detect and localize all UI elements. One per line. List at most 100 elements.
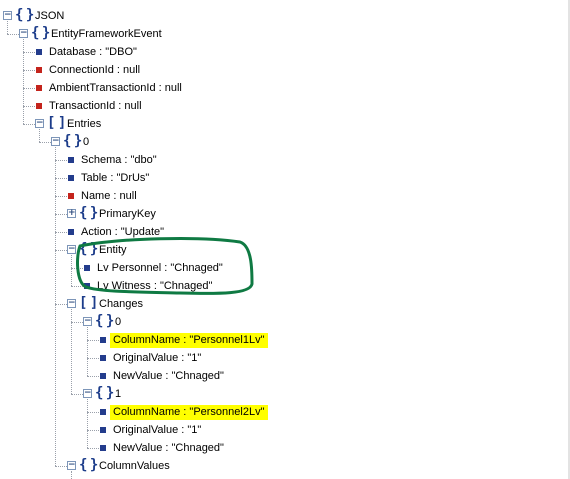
- tree-node-change-1-original[interactable]: OriginalValue : "1": [0, 421, 570, 439]
- tree-connector: [23, 124, 35, 125]
- tree-connector: [87, 358, 99, 359]
- tree-node-label: NewValue : "Chnaged": [113, 441, 224, 454]
- tree-node-name[interactable]: Name : null: [0, 187, 570, 205]
- tree-node-label: NewValue : "Chnaged": [113, 369, 224, 382]
- square-bullet-icon: [100, 427, 106, 433]
- tree-node-ambient-transaction-id[interactable]: AmbientTransactionId : null: [0, 79, 570, 97]
- curly-braces-icon: { }: [79, 205, 98, 221]
- tree-node-label: ColumnName : "Personnel1Lv": [110, 332, 268, 348]
- curly-braces-icon: { }: [79, 241, 98, 257]
- tree-node-label: Name : null: [81, 189, 137, 202]
- square-bullet-icon: [36, 49, 42, 55]
- tree-node-lv-personnel[interactable]: Lv Personnel : "Chnaged": [0, 259, 570, 277]
- tree-connector: [87, 430, 99, 431]
- tree-connector: [23, 70, 35, 71]
- tree-node-label: Lv Witness : "Chnaged": [97, 279, 213, 292]
- tree-connector: [71, 309, 72, 394]
- tree-connector: [7, 21, 8, 34]
- tree-node-label: Database : "DBO": [49, 45, 137, 58]
- square-bullet-icon: [100, 373, 106, 379]
- tree-node-entry-0[interactable]: −{ } 0: [0, 133, 570, 151]
- tree-node-label: JSON: [35, 9, 65, 22]
- tree-node-change-0[interactable]: −{ } 0: [0, 313, 570, 331]
- json-tree-view[interactable]: −{ } JSON −{ } EntityFrameworkEvent Database…: [0, 0, 570, 479]
- curly-braces-icon: { }: [95, 313, 114, 329]
- tree-node-label: Table : "DrUs": [81, 171, 150, 184]
- tree-node-database[interactable]: Database : "DBO": [0, 43, 570, 61]
- tree-node-lv-witness[interactable]: Lv Witness : "Chnaged": [0, 277, 570, 295]
- tree-connector: [71, 394, 83, 395]
- tree-connector: [39, 129, 40, 142]
- plus-box-icon[interactable]: +: [67, 209, 76, 218]
- tree-connector: [87, 448, 99, 449]
- minus-box-icon[interactable]: −: [83, 317, 92, 326]
- curly-braces-icon: { }: [79, 457, 98, 473]
- minus-box-icon[interactable]: −: [35, 119, 44, 128]
- tree-connector: [23, 39, 24, 124]
- tree-node-efe[interactable]: −{ } EntityFrameworkEvent: [0, 25, 570, 43]
- tree-node-label: EntityFrameworkEvent: [51, 27, 162, 40]
- tree-node-primary-key[interactable]: +{ } PrimaryKey: [0, 205, 570, 223]
- tree-node-change-0-column[interactable]: ColumnName : "Personnel1Lv": [0, 331, 570, 349]
- tree-connector: [55, 214, 67, 215]
- tree-connector: [55, 466, 67, 467]
- tree-node-label: Lv Personnel : "Chnaged": [97, 261, 223, 274]
- minus-box-icon[interactable]: −: [67, 461, 76, 470]
- tree-node-label: PrimaryKey: [99, 207, 156, 220]
- tree-node-entity[interactable]: −{ } Entity: [0, 241, 570, 259]
- tree-node-column-values[interactable]: −{ } ColumnValues: [0, 457, 570, 475]
- square-bullet-icon: [100, 445, 106, 451]
- tree-node-schema[interactable]: Schema : "dbo": [0, 151, 570, 169]
- tree-node-label: Schema : "dbo": [81, 153, 157, 166]
- minus-box-icon[interactable]: −: [19, 29, 28, 38]
- tree-node-change-1[interactable]: −{ } 1: [0, 385, 570, 403]
- tree-node-changes[interactable]: −[ ] Changes: [0, 295, 570, 313]
- tree-connector: [71, 268, 83, 269]
- tree-node-action[interactable]: Action : "Update": [0, 223, 570, 241]
- square-bullet-icon: [36, 85, 42, 91]
- tree-node-label: ConnectionId : null: [49, 63, 141, 76]
- square-bullet-icon: [68, 229, 74, 235]
- tree-node-label: Action : "Update": [81, 225, 165, 238]
- tree-connector: [87, 399, 88, 448]
- tree-connector: [23, 106, 35, 107]
- tree-node-label: OriginalValue : "1": [113, 351, 202, 364]
- tree-node-label: OriginalValue : "1": [113, 423, 202, 436]
- minus-box-icon[interactable]: −: [3, 11, 12, 20]
- tree-node-connection-id[interactable]: ConnectionId : null: [0, 61, 570, 79]
- tree-connector: [87, 340, 99, 341]
- tree-node-change-1-column[interactable]: ColumnName : "Personnel2Lv": [0, 403, 570, 421]
- square-bullet-icon: [68, 193, 74, 199]
- tree-connector: [71, 471, 72, 479]
- tree-node-label: Changes: [99, 297, 144, 310]
- tree-connector: [55, 178, 67, 179]
- curly-braces-icon: { }: [31, 25, 50, 41]
- square-bullet-icon: [84, 265, 90, 271]
- square-bullet-icon: [100, 355, 106, 361]
- minus-box-icon[interactable]: −: [67, 245, 76, 254]
- tree-connector: [71, 322, 83, 323]
- tree-node-entries[interactable]: −[ ] Entries: [0, 115, 570, 133]
- square-bullet-icon: [68, 175, 74, 181]
- tree-connector: [39, 142, 51, 143]
- minus-box-icon[interactable]: −: [51, 137, 60, 146]
- tree-connector: [55, 304, 67, 305]
- minus-box-icon[interactable]: −: [83, 389, 92, 398]
- tree-node-change-1-new[interactable]: NewValue : "Chnaged": [0, 439, 570, 457]
- square-bullet-icon: [100, 337, 106, 343]
- tree-node-change-0-original[interactable]: OriginalValue : "1": [0, 349, 570, 367]
- tree-connector: [71, 286, 83, 287]
- square-bullet-icon: [68, 157, 74, 163]
- tree-connector: [87, 327, 88, 376]
- tree-node-change-0-new[interactable]: NewValue : "Chnaged": [0, 367, 570, 385]
- minus-box-icon[interactable]: −: [67, 299, 76, 308]
- tree-node-json[interactable]: −{ } JSON: [0, 7, 570, 25]
- tree-connector: [87, 412, 99, 413]
- tree-node-table[interactable]: Table : "DrUs": [0, 169, 570, 187]
- tree-connector: [7, 34, 19, 35]
- tree-node-label: AmbientTransactionId : null: [49, 81, 182, 94]
- tree-connector: [23, 88, 35, 89]
- tree-node-transaction-id[interactable]: TransactionId : null: [0, 97, 570, 115]
- tree-connector: [55, 232, 67, 233]
- square-brackets-icon: [ ]: [79, 295, 98, 311]
